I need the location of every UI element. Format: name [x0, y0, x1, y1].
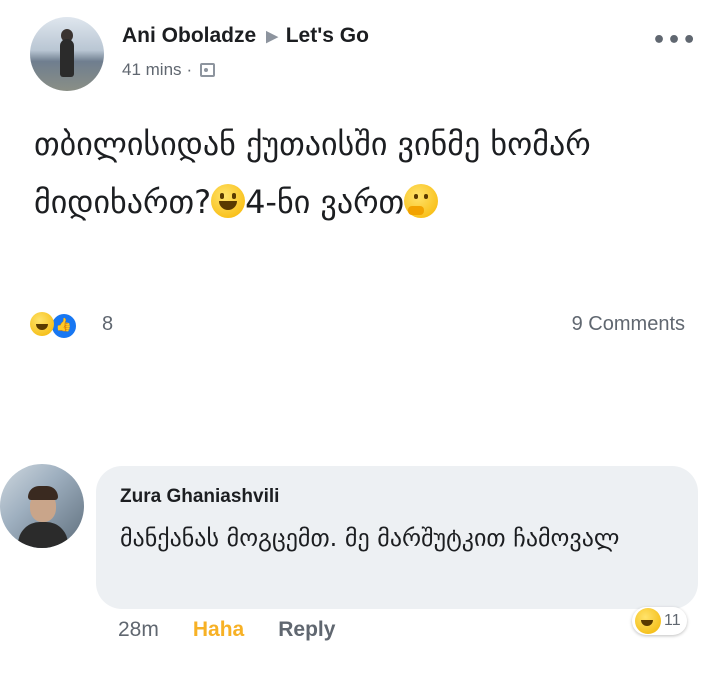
post-group-name[interactable]: Let's Go: [286, 24, 369, 48]
like-reaction-icon: 👍: [50, 312, 78, 340]
commenter-avatar[interactable]: [0, 464, 84, 548]
comment-text: მანქანას მოგცემთ. მე მარშუტკით ჩამოვალ: [120, 524, 620, 552]
avatar-hair: [28, 486, 58, 500]
post-author-avatar[interactable]: [30, 17, 104, 91]
commenter-name[interactable]: Zura Ghaniashvili: [120, 486, 279, 508]
comments-count-link[interactable]: 9 Comments: [572, 313, 685, 336]
comment-actions: 28m Haha Reply: [118, 618, 335, 642]
thinking-face-icon: [404, 184, 439, 218]
grinning-face-icon: [211, 184, 246, 218]
post-text-tail: 4-ნი ვართ: [245, 183, 405, 221]
shared-to-arrow-icon: ▶: [266, 28, 278, 45]
haha-reaction-icon: [30, 312, 54, 336]
avatar-body: [18, 522, 68, 548]
reaction-icons[interactable]: 👍: [30, 312, 78, 340]
post-text: თბილისიდან ქუთაისში ვინმე ხომარ მიდიხართ…: [34, 115, 674, 231]
reaction-count[interactable]: 8: [102, 313, 113, 336]
comment-bubble: Zura Ghaniashvili მანქანას მოგცემთ. მე მ…: [96, 466, 698, 609]
post-timestamp[interactable]: 41 mins: [122, 60, 182, 80]
more-options-icon[interactable]: •••: [652, 28, 697, 53]
comment-reaction-badge[interactable]: 11: [632, 607, 687, 635]
audience-icon[interactable]: [200, 63, 216, 77]
comment-reaction-count: 11: [664, 612, 681, 629]
comment-haha-button[interactable]: Haha: [193, 618, 244, 642]
comment-timestamp[interactable]: 28m: [118, 618, 159, 642]
haha-reaction-icon: [635, 608, 661, 634]
post-meta: 41 mins ·: [122, 60, 216, 80]
avatar-figure: [60, 39, 74, 77]
post-author-line: Ani Oboladze ▶ Let's Go: [122, 24, 369, 48]
post-reactions-row: 👍 8 9 Comments: [30, 310, 690, 342]
comment-reply-button[interactable]: Reply: [278, 618, 335, 642]
post-author-name[interactable]: Ani Oboladze: [122, 24, 256, 48]
meta-separator: ·: [186, 60, 193, 79]
